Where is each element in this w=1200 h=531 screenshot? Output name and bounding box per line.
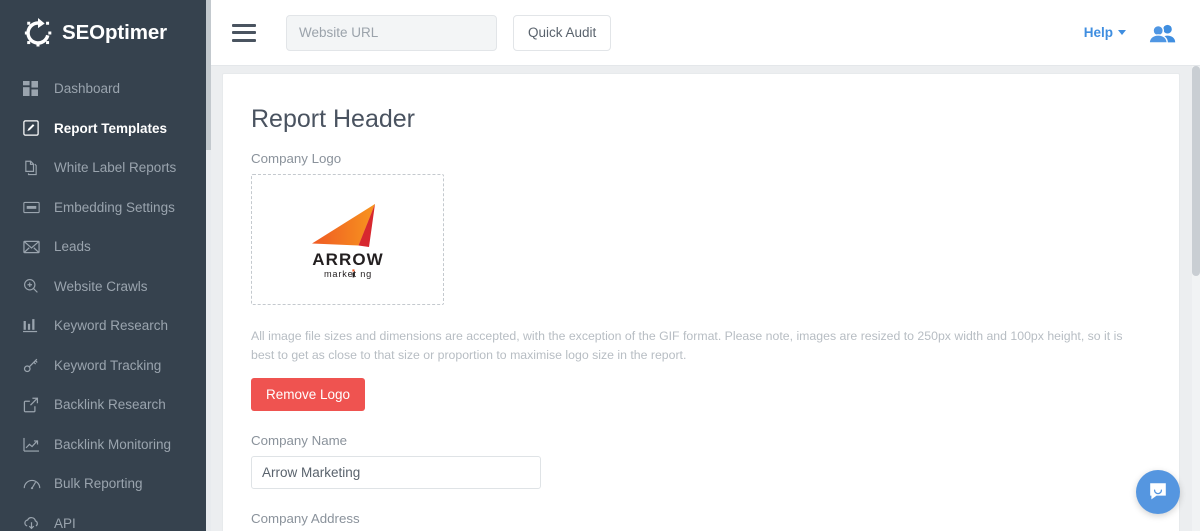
sidebar-item-label: Keyword Tracking: [54, 357, 162, 373]
pencil-square-edit-icon: [23, 119, 45, 137]
sidebar-item-label: Report Templates: [54, 120, 168, 136]
svg-text:ARROW: ARROW: [312, 250, 384, 269]
page-title: Report Header: [251, 105, 415, 133]
company-logo-dropzone[interactable]: ARROW market ng: [251, 174, 444, 305]
bar-chart-icon: [23, 317, 45, 335]
sidebar-item-label: Website Crawls: [54, 278, 148, 294]
sidebar-item-keyword-tracking[interactable]: Keyword Tracking: [0, 346, 211, 386]
company-name-label: Company Name: [251, 433, 348, 449]
external-link-icon: [23, 396, 45, 414]
speedometer-gauge-icon: [23, 475, 45, 493]
svg-text:market ng: market ng: [323, 269, 371, 279]
sidebar-item-label: Leads: [54, 239, 91, 255]
brand-logo-link[interactable]: SEOptimer: [0, 0, 211, 66]
brand-name: SEOptimer: [62, 21, 168, 44]
company-name-group: Company Name: [251, 433, 1151, 490]
sidebar-nav: Dashboard Report Templates White Label R…: [0, 66, 211, 531]
arrow-marketing-logo-image: ARROW market ng: [311, 203, 384, 279]
company-logo-label: Company Logo: [251, 151, 342, 166]
key-icon: [23, 356, 45, 374]
chat-bubble-icon: [1150, 483, 1166, 500]
sidebar-item-dashboard[interactable]: Dashboard: [0, 69, 211, 109]
main-content: Report Header Company Logo ARROW market …: [211, 66, 1200, 531]
sidebar-item-label: Keyword Research: [54, 318, 169, 334]
envelope-mail-icon: [23, 238, 45, 256]
company-address-group: Company Address: [251, 511, 1151, 531]
embed-window-icon: [23, 198, 45, 216]
sidebar-item-backlink-monitoring[interactable]: Backlink Monitoring: [0, 425, 211, 465]
sidebar-item-label: Embedding Settings: [54, 199, 175, 215]
sidebar-item-api[interactable]: API: [0, 504, 211, 531]
magnifier-plus-icon: [23, 277, 45, 295]
sidebar-item-label: Dashboard: [54, 81, 121, 97]
sidebar-item-label: White Label Reports: [54, 160, 177, 176]
content-scrollbar[interactable]: [1192, 66, 1200, 531]
sidebar-item-report-templates[interactable]: Report Templates: [0, 109, 211, 149]
hamburger-menu-icon[interactable]: [232, 23, 256, 42]
website-url-input[interactable]: [286, 14, 497, 51]
seoptimer-gear-arrow-logo: [24, 18, 52, 47]
chat-launcher-button[interactable]: [1136, 470, 1180, 514]
users-account-icon[interactable]: [1148, 23, 1176, 43]
grid-dashboard-icon: [23, 80, 45, 98]
help-label: Help: [1083, 25, 1113, 40]
sidebar-item-label: Backlink Monitoring: [54, 436, 172, 452]
sidebar-item-label: Bulk Reporting: [54, 476, 143, 492]
sidebar-item-label: API: [54, 515, 76, 531]
sidebar-item-bulk-reporting[interactable]: Bulk Reporting: [0, 464, 211, 504]
quick-audit-button[interactable]: Quick Audit: [513, 14, 612, 51]
top-bar-right: Help: [1084, 23, 1200, 43]
top-bar: Quick Audit Help: [211, 0, 1200, 66]
sidebar-item-keyword-research[interactable]: Keyword Research: [0, 306, 211, 346]
caret-down-icon: [1118, 30, 1126, 35]
company-name-input[interactable]: [251, 456, 541, 490]
app-root: SEOptimer Dashboard Report Templates Whi…: [0, 0, 1200, 531]
sidebar: SEOptimer Dashboard Report Templates Whi…: [0, 0, 211, 531]
sidebar-item-leads[interactable]: Leads: [0, 227, 211, 267]
line-chart-up-icon: [23, 435, 45, 453]
sidebar-item-website-crawls[interactable]: Website Crawls: [0, 267, 211, 307]
sidebar-item-white-label-reports[interactable]: White Label Reports: [0, 148, 211, 188]
logo-helper-text: All image file sizes and dimensions are …: [251, 329, 1123, 363]
help-menu[interactable]: Help: [1084, 25, 1126, 40]
company-address-label: Company Address: [251, 511, 360, 527]
copy-documents-icon: [23, 159, 45, 177]
content-scrollbar-thumb[interactable]: [1192, 66, 1200, 276]
sidebar-item-embedding-settings[interactable]: Embedding Settings: [0, 188, 211, 228]
cloud-download-icon: [23, 514, 45, 531]
remove-logo-button[interactable]: Remove Logo: [251, 378, 366, 412]
sidebar-item-backlink-research[interactable]: Backlink Research: [0, 385, 211, 425]
report-header-card: Report Header Company Logo ARROW market …: [222, 73, 1180, 531]
sidebar-item-label: Backlink Research: [54, 397, 166, 413]
